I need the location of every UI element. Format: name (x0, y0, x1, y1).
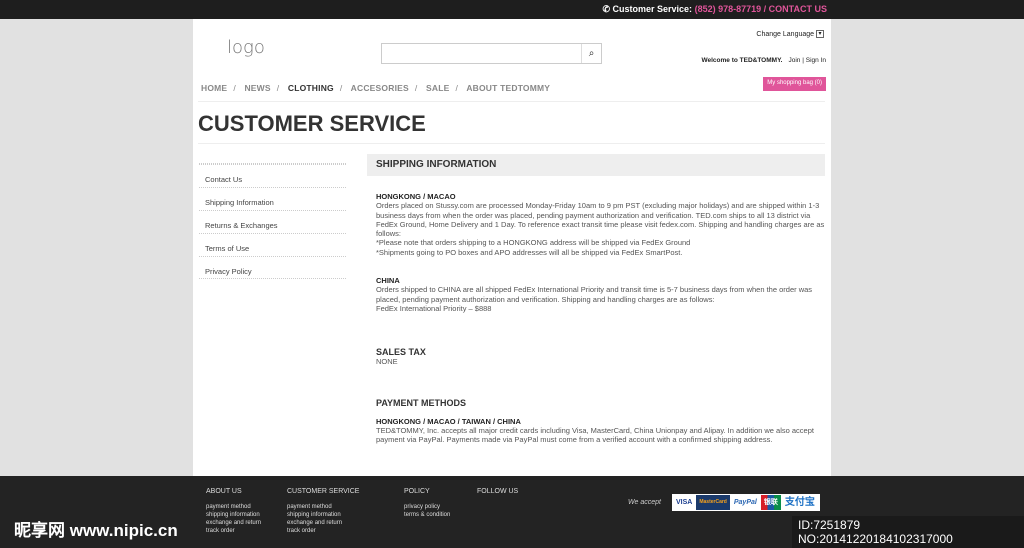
hk-title: HONGKONG / MACAO (376, 192, 456, 201)
footer-link[interactable]: exchange and return (206, 519, 261, 527)
phone-number: (852) 978-87719 (694, 4, 762, 14)
nav-clothing[interactable]: CLOTHING (288, 83, 334, 93)
tax-text: NONE (376, 357, 398, 367)
nav-home[interactable]: HOME (201, 83, 227, 93)
join-link[interactable]: Join (789, 57, 801, 64)
shopping-bag-button[interactable]: My shopping bag (0) (763, 77, 826, 91)
sign-in-link[interactable]: Sign In (806, 57, 826, 64)
divider (198, 143, 825, 144)
footer-link[interactable]: terms & condition (404, 511, 450, 519)
footer-col-follow: FOLLOW US (477, 488, 519, 495)
footer-link[interactable]: track order (287, 527, 359, 535)
footer-link[interactable]: shipping information (206, 511, 261, 519)
section-heading: SHIPPING INFORMATION (367, 154, 825, 176)
page-container: logo ⌕ Change Language ▾ Welcome to TED&… (193, 19, 831, 476)
hk-text: Orders placed on Stussy.com are processe… (376, 201, 825, 239)
logo[interactable]: logo (227, 37, 265, 58)
footer-link[interactable]: track order (206, 527, 261, 535)
sidebar-item-shipping[interactable]: Shipping Information (199, 187, 346, 210)
sidebar-item-contact[interactable]: Contact Us (199, 164, 346, 187)
nav-about[interactable]: ABOUT TEDTOMMY (466, 83, 550, 93)
sidebar-item-privacy[interactable]: Privacy Policy (199, 256, 346, 279)
footer-col-policy: POLICY privacy policy terms & condition (404, 488, 451, 519)
watermark-id: ID:7251879 NO:20141220184102317000 (792, 516, 1024, 548)
footer-link[interactable]: exchange and return (287, 519, 359, 527)
tax-title: SALES TAX (376, 347, 426, 358)
footer-link[interactable]: payment method (206, 503, 261, 511)
we-accept-label: We accept (628, 499, 661, 506)
china-price: FedEx International Priority – $888 (376, 303, 492, 313)
payment-subtitle: HONGKONG / MACAO / TAIWAN / CHINA (376, 416, 521, 426)
search-input[interactable]: ⌕ (381, 43, 602, 64)
nav-accesories[interactable]: ACCESORIES (351, 83, 409, 93)
paypal-icon: PayPal (733, 499, 757, 506)
nav-news[interactable]: NEWS (244, 83, 270, 93)
footer-col-customer-service: CUSTOMER SERVICE payment method shipping… (287, 488, 360, 535)
divider (198, 101, 825, 102)
page-title: CUSTOMER SERVICE (198, 111, 426, 136)
welcome-bar: Welcome to TED&TOMMY. Join | Sign In (701, 57, 826, 64)
payment-cards: VISA MasterCard PayPal 银联 支付宝 (672, 494, 820, 511)
hk-note: *Please note that orders shipping to a H… (376, 238, 691, 248)
nav-sale[interactable]: SALE (426, 83, 449, 93)
chevron-down-icon: ▾ (816, 30, 824, 38)
customer-service-info: ✆ Customer Service: (852) 978-87719 / CO… (602, 4, 827, 14)
watermark: 昵享网 www.nipic.cn (14, 521, 178, 540)
search-icon[interactable]: ⌕ (581, 44, 601, 63)
hk-note: *Shipments going to PO boxes and APO add… (376, 247, 683, 257)
alipay-icon: 支付宝 (784, 497, 815, 508)
mastercard-icon: MasterCard (696, 495, 730, 510)
contact-us-link[interactable]: CONTACT US (769, 4, 827, 14)
sidebar-item-returns[interactable]: Returns & Exchanges (199, 210, 346, 233)
sidebar: Contact Us Shipping Information Returns … (199, 163, 346, 279)
footer-link[interactable]: payment method (287, 503, 359, 511)
china-title: CHINA (376, 276, 400, 286)
change-language-select[interactable]: Change Language ▾ (756, 30, 824, 38)
footer-link[interactable]: shipping information (287, 511, 359, 519)
unionpay-icon: 银联 (760, 495, 781, 510)
phone-icon: ✆ (602, 4, 613, 14)
sidebar-item-terms[interactable]: Terms of Use (199, 233, 346, 256)
visa-icon: VISA (676, 499, 693, 506)
main-nav: HOME / NEWS / CLOTHING / ACCESORIES / SALE / … (201, 83, 551, 93)
footer-link[interactable]: privacy policy (404, 503, 450, 511)
china-text: Orders shipped to CHINA are all shipped … (376, 285, 813, 304)
content: SHIPPING INFORMATION HONGKONG / MACAO Or… (367, 154, 825, 444)
top-bar: ✆ Customer Service: (852) 978-87719 / CO… (0, 0, 1024, 19)
payment-title: PAYMENT METHODS (376, 397, 467, 408)
payment-text: TED&TOMMY, Inc. accepts all major credit… (376, 425, 814, 445)
footer-col-about: ABOUT US payment method shipping informa… (206, 488, 262, 535)
